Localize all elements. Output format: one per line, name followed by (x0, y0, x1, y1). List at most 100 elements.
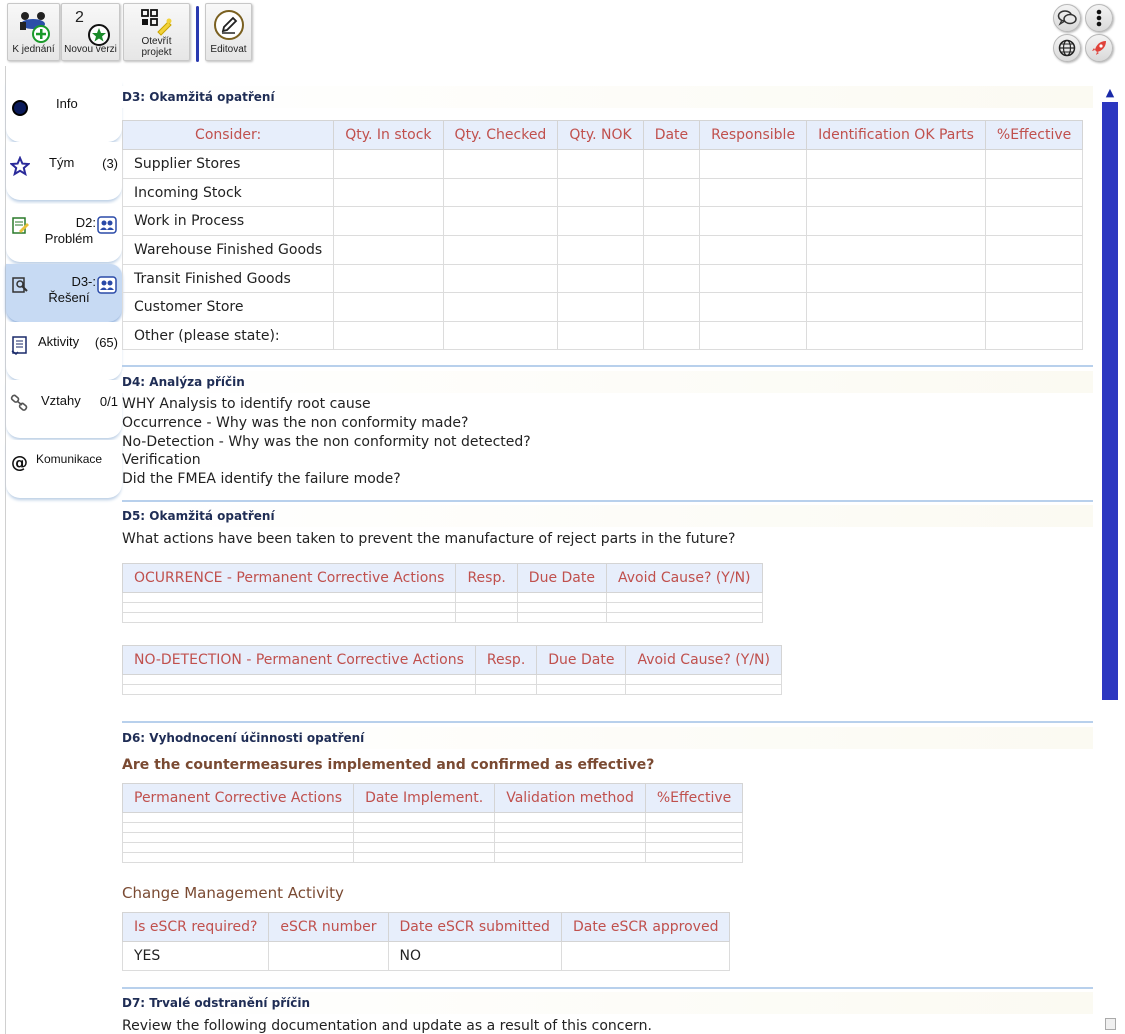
col-consider: Consider: (122, 120, 335, 150)
section-divider (122, 721, 1093, 723)
escr-number-value[interactable] (268, 941, 389, 971)
table-row (122, 842, 744, 853)
table-header-row: Consider: Qty. In stock Qty. Checked Qty… (122, 120, 1084, 150)
open-project-icon (141, 9, 172, 36)
table-row (122, 674, 782, 685)
table-row (122, 592, 763, 603)
row-label: Customer Store (122, 292, 335, 322)
d3-containment-table: Consider: Qty. In stock Qty. Checked Qty… (122, 120, 1084, 350)
col-effective: %Effective (984, 120, 1084, 150)
k-jednani-label: K jednání (12, 44, 55, 55)
chat-button[interactable] (1053, 4, 1081, 32)
table-row: Supplier Stores (122, 149, 1084, 179)
more-menu-button[interactable] (1085, 4, 1113, 32)
otevrit-projekt-label: Otevřít projekt (124, 36, 189, 58)
nova-verze-button[interactable]: 2 Novou verzi (61, 3, 120, 61)
d4-line: Did the FMEA identify the failure mode? (122, 471, 401, 487)
d5-section-title: D5: Okamžitá opatření (122, 505, 1093, 527)
col-validation-method: Validation method (494, 783, 646, 813)
table-row (122, 822, 744, 833)
notifications-button[interactable] (1085, 34, 1113, 62)
toolbar: K jednání 2 Novou verzi Otevřít projekt (0, 0, 1125, 66)
meeting-add-icon (20, 12, 50, 43)
col-due-date: Due Date (516, 563, 607, 593)
col-escr-submitted: Date eSCR submitted (387, 912, 562, 942)
svg-text:@: @ (11, 453, 28, 472)
d4-line: Occurrence - Why was the non conformity … (122, 415, 469, 431)
editovat-button[interactable]: Editovat (205, 3, 252, 61)
sidebar-item-aktivity[interactable]: Aktivity (65) (6, 322, 122, 380)
rocket-icon (1092, 41, 1106, 55)
main-content: D3: Okamžitá opatření Consider: Qty. In … (122, 86, 1093, 1034)
table-row (122, 812, 744, 823)
d3-label-line2: Řešení (48, 290, 90, 305)
escr-approved-value[interactable] (560, 941, 731, 971)
chat-bubbles-icon (1057, 10, 1077, 26)
scrollbar-thumb[interactable] (1102, 102, 1118, 700)
col-identification-ok-parts: Identification OK Parts (806, 120, 986, 150)
col-avoid-cause: Avoid Cause? (Y/N) (605, 563, 763, 593)
row-label: Other (please state): (122, 321, 335, 350)
otevrit-projekt-button[interactable]: Otevřít projekt (123, 3, 190, 61)
section-divider (122, 987, 1093, 989)
sidebar-item-count: (65) (94, 335, 118, 350)
scroll-up-arrow-icon[interactable]: ▲ (1102, 86, 1118, 100)
d3-label-line1: D3-: (71, 274, 96, 289)
sidebar-item-label: D2: Problém (42, 215, 96, 247)
d4-line: WHY Analysis to identify root cause (122, 396, 371, 412)
d4-line: No-Detection - Why was the non conformit… (122, 434, 531, 450)
row-label: Work in Process (122, 206, 335, 236)
row-label: Transit Finished Goods (122, 264, 335, 293)
vertical-dots-icon (1096, 9, 1102, 27)
d7-section-title: D7: Trvalé odstranění příčin (122, 992, 1093, 1014)
col-qty-nok: Qty. NOK (557, 120, 644, 150)
d4-section-title: D4: Analýza příčin (122, 371, 1093, 393)
sidebar-item-label: Tým (49, 155, 75, 170)
table-header-row: OCURRENCE - Permanent Corrective Actions… (122, 563, 763, 593)
sidebar-item-vztahy[interactable]: Vztahy 0/1 (6, 380, 122, 438)
globe-icon (1058, 39, 1076, 57)
sidebar-item-info[interactable]: Info (6, 80, 122, 142)
star-icon (10, 156, 30, 176)
star-badge-icon (88, 24, 110, 46)
row-label: Supplier Stores (122, 149, 335, 179)
edit-pencil-icon (214, 10, 244, 40)
col-qty-in-stock: Qty. In stock (333, 120, 444, 150)
sidebar-item-tym[interactable]: Tým (3) (6, 142, 122, 200)
language-button[interactable] (1053, 34, 1081, 62)
table-row (122, 684, 782, 695)
section-divider (122, 500, 1093, 502)
escr-required-value[interactable]: YES (122, 941, 270, 971)
col-due-date: Due Date (536, 645, 627, 675)
sidebar-item-d3-reseni[interactable]: D3-: Řešení (6, 264, 122, 322)
table-row: Customer Store (122, 292, 1084, 322)
sidebar-item-d2-problem[interactable]: D2: Problém (6, 204, 122, 262)
col-avoid-cause: Avoid Cause? (Y/N) (625, 645, 782, 675)
col-detection-actions: NO-DETECTION - Permanent Corrective Acti… (122, 645, 476, 675)
table-header-row: Is eSCR required? eSCR number Date eSCR … (122, 912, 731, 942)
col-qty-checked: Qty. Checked (442, 120, 559, 150)
scroll-down-button[interactable] (1105, 1018, 1116, 1030)
table-header-row: Permanent Corrective Actions Date Implem… (122, 783, 744, 813)
col-resp: Resp. (474, 645, 538, 675)
table-row (122, 612, 763, 623)
black-dot-icon (12, 100, 28, 116)
col-resp: Resp. (455, 563, 518, 593)
otevrit-label-line1: Otevřít (141, 36, 172, 47)
nova-verze-label: Novou verzi (64, 44, 117, 55)
edit-note-icon (12, 217, 29, 234)
col-responsible: Responsible (699, 120, 808, 150)
change-management-title: Change Management Activity (122, 884, 344, 902)
table-row (122, 602, 763, 613)
col-escr-approved: Date eSCR approved (560, 912, 731, 942)
sidebar-item-komunikace[interactable]: @ Komunikace (6, 440, 122, 498)
sidebar-item-count: (3) (102, 156, 118, 171)
table-row (122, 832, 744, 843)
k-jednani-button[interactable]: K jednání (7, 3, 60, 61)
d7-text: Review the following documentation and u… (122, 1018, 652, 1034)
escr-submitted-value[interactable]: NO (387, 941, 562, 971)
d4-line: Verification (122, 452, 201, 468)
sidebar-item-label: Info (56, 96, 78, 111)
table-row (122, 852, 744, 863)
sidebar-item-label: Aktivity (38, 334, 80, 349)
